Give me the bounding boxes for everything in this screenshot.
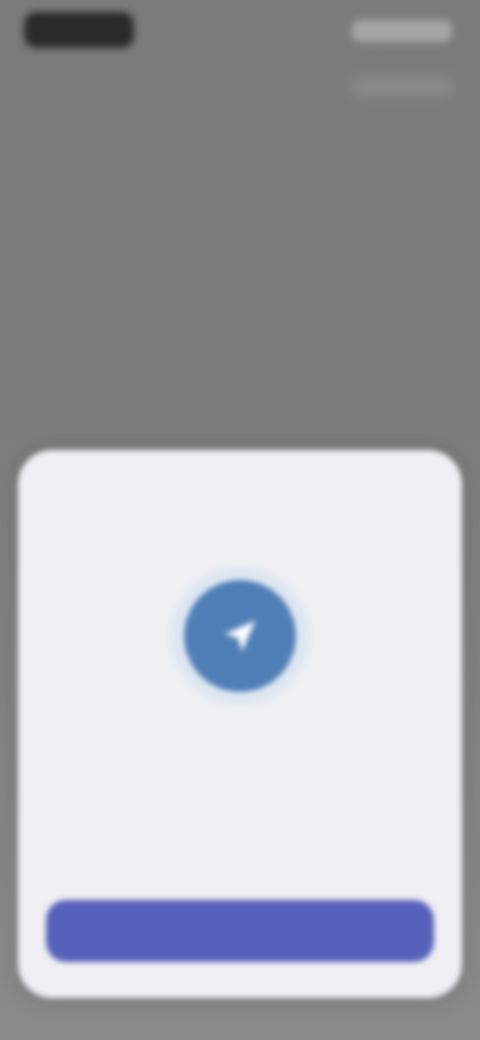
location-arrow-glyph bbox=[224, 620, 256, 652]
status-subtext bbox=[352, 78, 452, 96]
primary-button[interactable] bbox=[46, 900, 434, 962]
screen bbox=[0, 0, 480, 1040]
status-icons bbox=[352, 20, 452, 42]
location-permission-sheet bbox=[18, 450, 462, 998]
location-arrow-icon bbox=[184, 580, 296, 692]
status-bar bbox=[0, 0, 480, 64]
status-time bbox=[24, 12, 134, 48]
